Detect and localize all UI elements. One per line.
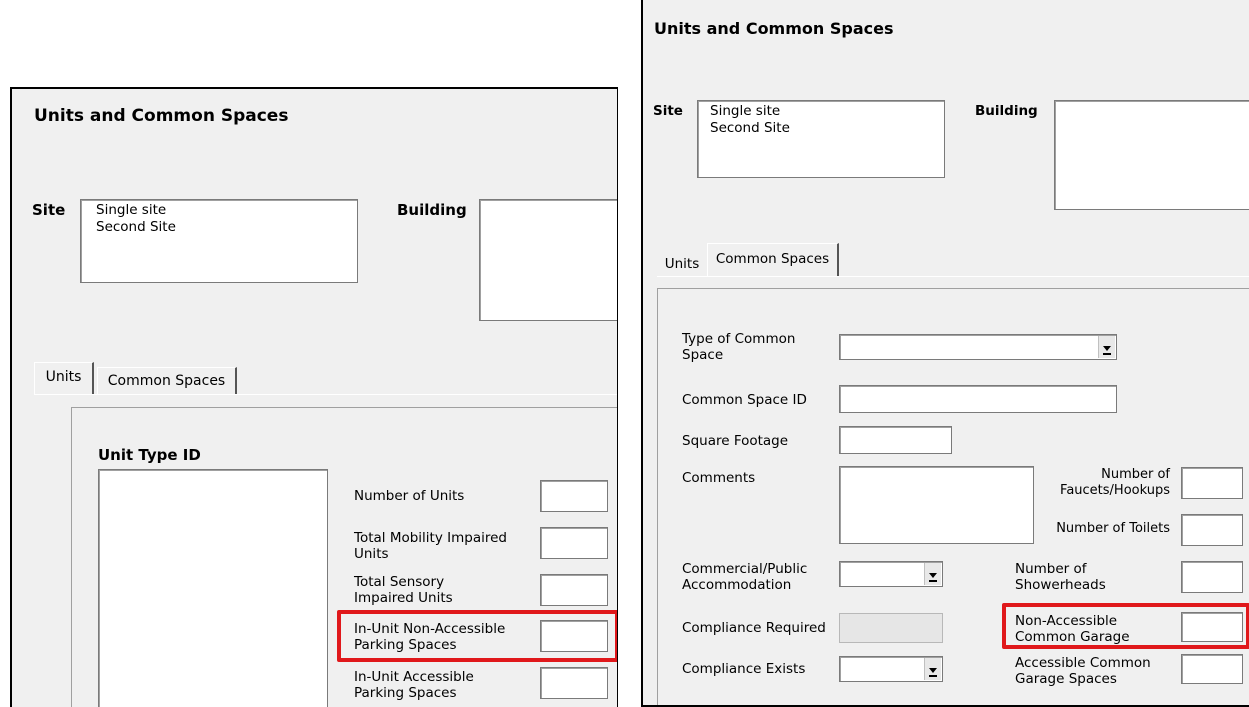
number-of-showerheads-field[interactable] xyxy=(1181,561,1243,593)
compliance-exists-label: Compliance Exists xyxy=(682,661,806,677)
number-of-faucets-field[interactable] xyxy=(1181,467,1243,499)
tab-units[interactable]: Units xyxy=(657,252,707,276)
site-list-item[interactable]: Second Site xyxy=(96,219,349,236)
common-space-id-label: Common Space ID xyxy=(682,392,807,408)
unit-type-id-listbox[interactable] xyxy=(98,469,328,707)
tab-strip-line xyxy=(657,276,1249,277)
chevron-down-icon[interactable] xyxy=(924,563,941,585)
tab-common-spaces[interactable]: Common Spaces xyxy=(97,367,237,394)
site-list-item[interactable]: Single site xyxy=(710,103,936,120)
unit-type-id-label: Unit Type ID xyxy=(98,446,201,464)
in-unit-accessible-parking-label: In-Unit Accessible Parking Spaces xyxy=(354,669,474,701)
left-form-panel: Units and Common Spaces Site Single site… xyxy=(10,87,618,707)
site-list-item[interactable]: Second Site xyxy=(710,120,936,137)
chevron-down-icon[interactable] xyxy=(1098,336,1115,358)
right-form-panel: Units and Common Spaces Site Single site… xyxy=(641,0,1249,707)
number-of-toilets-label: Number of Toilets xyxy=(1056,521,1170,536)
tab-units[interactable]: Units xyxy=(34,362,94,394)
type-of-common-space-label: Type of Common Space xyxy=(682,331,796,363)
site-list-item[interactable]: Single site xyxy=(96,202,349,219)
compliance-exists-dropdown[interactable] xyxy=(839,656,943,682)
number-of-toilets-field[interactable] xyxy=(1181,514,1243,546)
accessible-common-garage-label: Accessible Common Garage Spaces xyxy=(1015,655,1151,687)
comments-field[interactable] xyxy=(839,466,1034,544)
compliance-required-field xyxy=(839,613,943,643)
form-title: Units and Common Spaces xyxy=(34,106,289,126)
total-sensory-impaired-label: Total Sensory Impaired Units xyxy=(354,574,453,606)
red-highlight-box xyxy=(337,610,617,662)
square-footage-label: Square Footage xyxy=(682,433,789,449)
site-listbox[interactable]: Single site Second Site xyxy=(697,100,945,178)
building-label: Building xyxy=(397,201,467,219)
site-label: Site xyxy=(653,103,683,119)
type-of-common-space-dropdown[interactable] xyxy=(839,334,1117,360)
number-of-units-field[interactable] xyxy=(540,480,608,512)
square-footage-field[interactable] xyxy=(839,426,952,454)
building-listbox[interactable] xyxy=(479,199,617,321)
total-mobility-impaired-label: Total Mobility Impaired Units xyxy=(354,530,507,562)
commercial-public-accommodation-label: Commercial/Public Accommodation xyxy=(682,561,808,593)
total-sensory-impaired-field[interactable] xyxy=(540,574,608,606)
number-of-faucets-label: Number of Faucets/Hookups xyxy=(1060,467,1170,498)
comments-label: Comments xyxy=(682,470,756,486)
tab-strip-line xyxy=(34,394,617,395)
accessible-common-garage-field[interactable] xyxy=(1181,654,1243,684)
site-label: Site xyxy=(32,201,66,219)
number-of-showerheads-label: Number of Showerheads xyxy=(1015,561,1106,593)
number-of-units-label: Number of Units xyxy=(354,488,465,504)
form-title: Units and Common Spaces xyxy=(654,19,894,38)
red-highlight-box xyxy=(1002,603,1249,649)
commercial-public-accommodation-dropdown[interactable] xyxy=(839,561,943,587)
total-mobility-impaired-field[interactable] xyxy=(540,527,608,559)
common-space-id-field[interactable] xyxy=(839,385,1117,413)
chevron-down-icon[interactable] xyxy=(924,658,941,680)
site-listbox[interactable]: Single site Second Site xyxy=(80,199,358,283)
building-listbox[interactable] xyxy=(1054,100,1249,210)
compliance-required-label: Compliance Required xyxy=(682,620,826,636)
in-unit-accessible-parking-field[interactable] xyxy=(540,667,608,699)
building-label: Building xyxy=(975,103,1038,119)
tab-common-spaces[interactable]: Common Spaces xyxy=(707,243,839,276)
